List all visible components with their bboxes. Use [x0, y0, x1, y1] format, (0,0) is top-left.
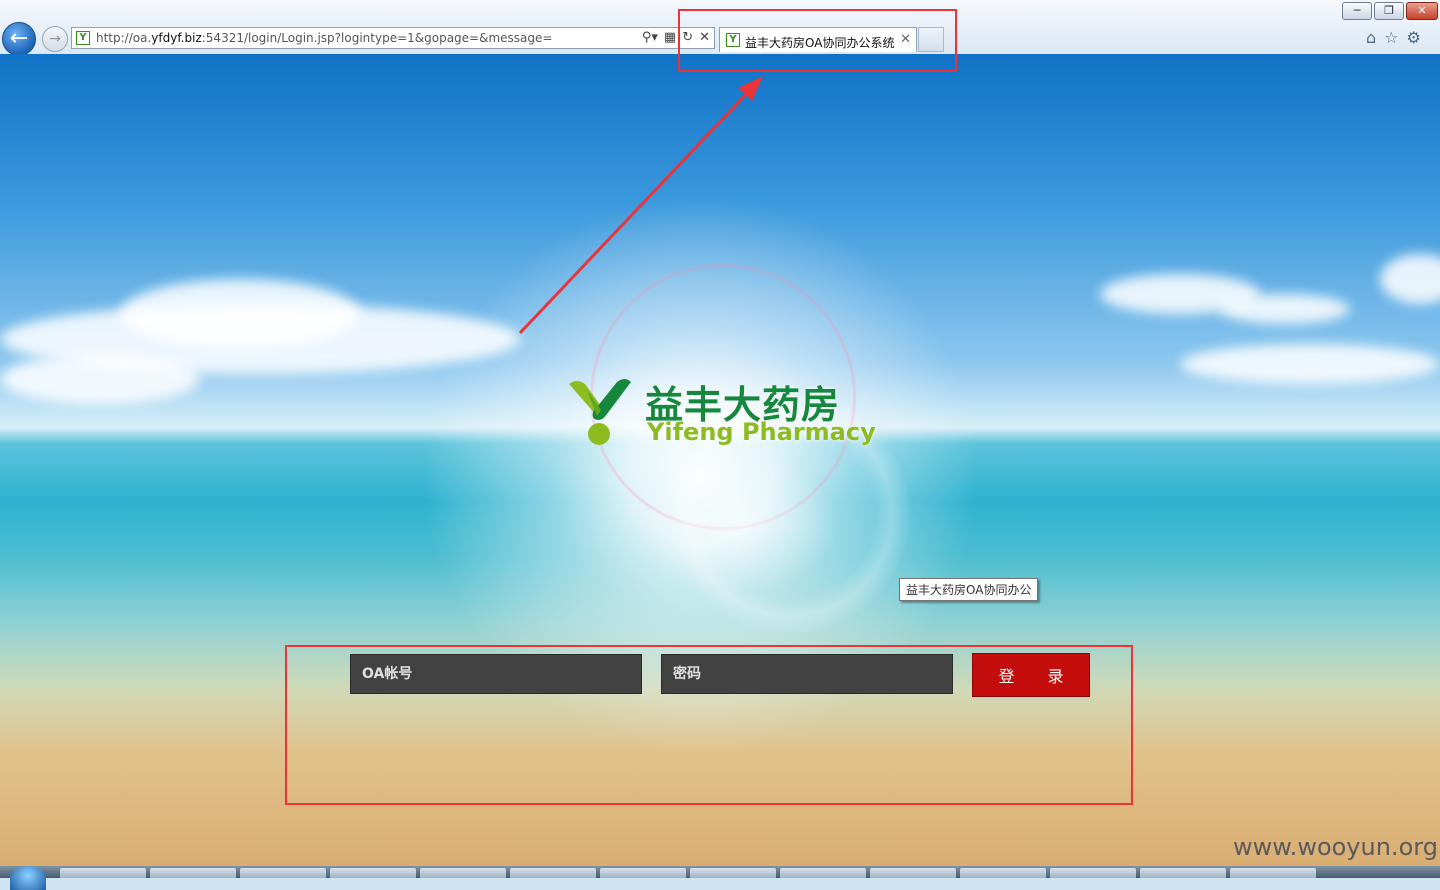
taskbar-item[interactable]	[510, 868, 596, 878]
stop-icon[interactable]: ✕	[699, 30, 710, 45]
taskbar-item[interactable]	[780, 868, 866, 878]
background-cloud	[0, 354, 200, 404]
taskbar-item[interactable]	[600, 868, 686, 878]
pharmacy-logo-icon	[569, 379, 631, 445]
background-cloud	[1220, 294, 1350, 324]
background-cloud	[120, 279, 360, 349]
login-page: 益丰大药房 Yifeng Pharmacy 益丰大药房OA协同办公	[0, 54, 1440, 866]
tab-favicon-icon: Y	[726, 33, 740, 47]
maximize-button[interactable]: ❐	[1374, 2, 1404, 20]
star-icon[interactable]: ☆	[1384, 28, 1398, 47]
taskbar-item[interactable]	[420, 868, 506, 878]
url-text[interactable]: http://oa.yfdyf.biz:54321/login/Login.js…	[96, 31, 552, 45]
minimize-button[interactable]: ─	[1342, 2, 1372, 20]
password-input[interactable]	[661, 654, 953, 694]
taskbar-item[interactable]	[330, 868, 416, 878]
taskbar-item[interactable]	[150, 868, 236, 878]
start-button[interactable]	[10, 866, 46, 890]
taskbar-item[interactable]	[60, 868, 146, 878]
new-tab-button[interactable]	[918, 27, 944, 52]
taskbar-item[interactable]	[690, 868, 776, 878]
site-favicon-icon: Y	[76, 31, 90, 45]
watermark: www.wooyun.org	[1233, 833, 1438, 861]
browser-toolbar: ⌂ ☆ ⚙	[1366, 28, 1421, 47]
taskbar-item[interactable]	[960, 868, 1046, 878]
gear-icon[interactable]: ⚙	[1407, 28, 1421, 47]
taskbar-item[interactable]	[1140, 868, 1226, 878]
taskbar-item[interactable]	[870, 868, 956, 878]
taskbar-item[interactable]	[240, 868, 326, 878]
tooltip: 益丰大药房OA协同办公	[899, 578, 1039, 601]
tab-title: 益丰大药房OA协同办公系统	[745, 36, 895, 50]
address-bar[interactable]: Y http://oa.yfdyf.biz:54321/login/Login.…	[71, 27, 715, 49]
close-tab-icon[interactable]: ✕	[900, 32, 911, 47]
background-cloud	[1380, 254, 1440, 304]
brand-name-english: Yifeng Pharmacy	[647, 418, 876, 446]
home-icon[interactable]: ⌂	[1366, 28, 1376, 47]
taskbar-item[interactable]	[1050, 868, 1136, 878]
taskbar-item[interactable]	[1230, 868, 1316, 878]
browser-chrome: ← → Y http://oa.yfdyf.biz:54321/login/Lo…	[0, 0, 1440, 56]
forward-arrow-icon[interactable]: →	[42, 26, 68, 52]
background-cloud	[1180, 344, 1440, 384]
back-arrow-icon[interactable]: ←	[2, 22, 36, 56]
search-icon[interactable]: ⚲▾	[642, 30, 658, 45]
refresh-icon[interactable]: ↻	[682, 30, 693, 45]
username-input[interactable]	[350, 654, 642, 694]
login-button[interactable]: 登 录	[972, 653, 1090, 697]
address-bar-icons: ⚲▾ ▦ ↻ ✕	[642, 30, 710, 45]
water-sparkle	[640, 454, 840, 594]
compatibility-view-icon[interactable]: ▦	[664, 30, 676, 45]
taskbar	[0, 866, 1440, 878]
tab-oa-system[interactable]: Y 益丰大药房OA协同办公系统 ✕	[719, 27, 917, 52]
close-window-button[interactable]: ✕	[1406, 2, 1438, 20]
